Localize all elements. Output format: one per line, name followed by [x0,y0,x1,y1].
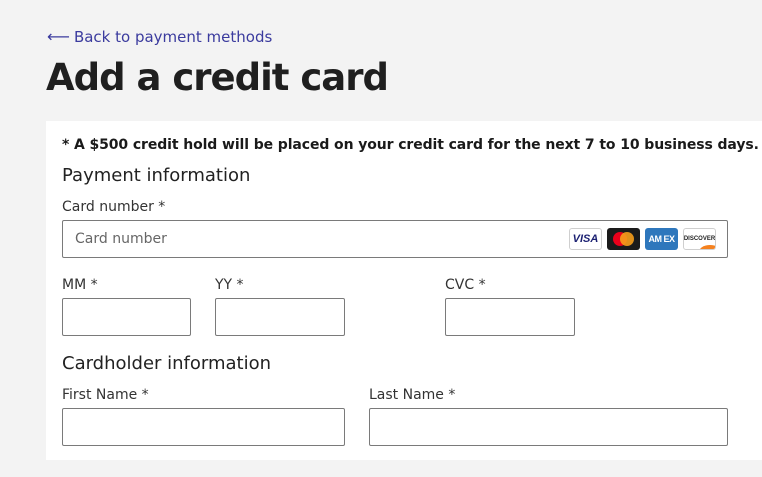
credit-hold-notice: * A $500 credit hold will be placed on y… [62,137,759,153]
mastercard-icon [607,228,640,250]
card-number-wrapper: VISA AM EX DISCOVER [62,220,728,258]
cvc-input[interactable] [445,298,575,336]
mm-label: MM * [62,277,98,293]
card-brand-icons: VISA AM EX DISCOVER [569,228,716,250]
first-name-input[interactable] [62,408,345,446]
payment-information-heading: Payment information [62,165,251,186]
last-name-input[interactable] [369,408,728,446]
arrow-left-icon: ⟵ [47,27,70,46]
credit-card-form: * A $500 credit hold will be placed on y… [46,121,762,460]
cardholder-information-heading: Cardholder information [62,353,272,374]
visa-icon: VISA [569,228,602,250]
first-name-label: First Name * [62,387,149,403]
cvc-label: CVC * [445,277,486,293]
last-name-label: Last Name * [369,387,456,403]
back-to-payment-methods-link[interactable]: ⟵ Back to payment methods [47,27,272,46]
card-number-label: Card number * [62,199,166,215]
expiry-year-input[interactable] [215,298,345,336]
discover-icon: DISCOVER [683,228,716,250]
back-link-label: Back to payment methods [73,27,273,46]
yy-label: YY * [215,277,244,293]
expiry-month-input[interactable] [62,298,191,336]
page-title: Add a credit card [46,56,389,99]
amex-icon: AM EX [645,228,678,250]
